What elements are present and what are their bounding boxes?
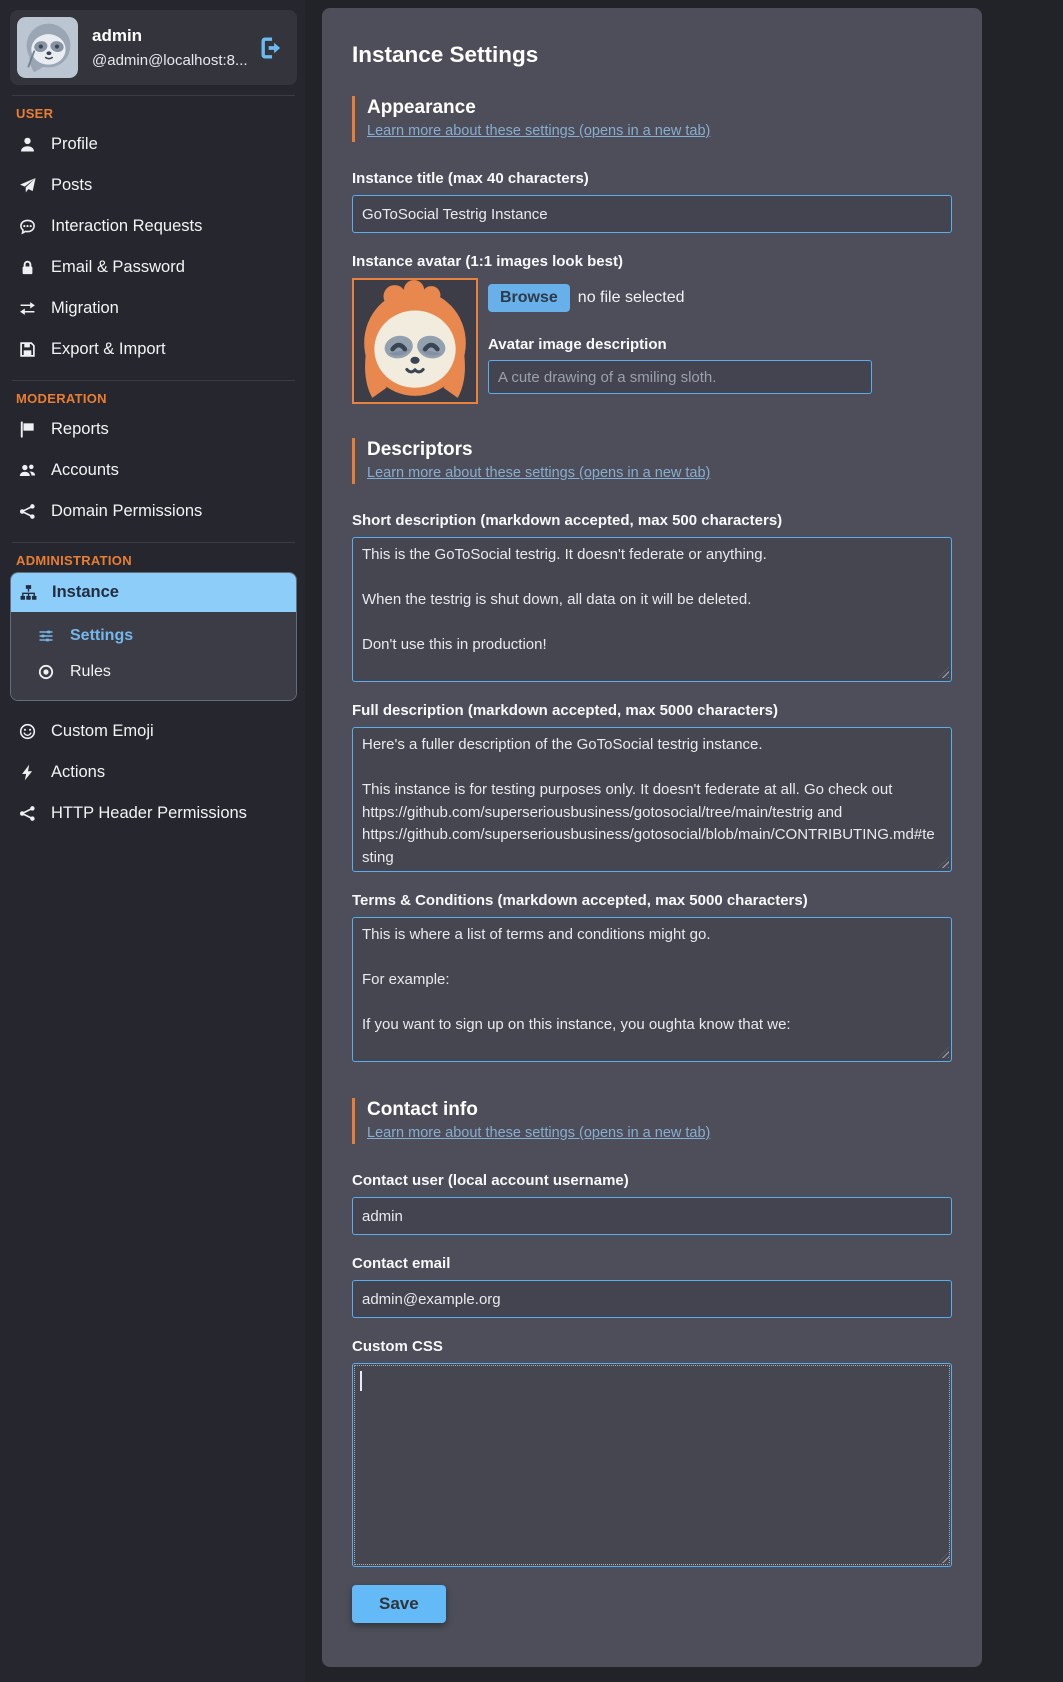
nav-section-administration: ADMINISTRATION <box>16 553 297 568</box>
sidebar-item-accounts[interactable]: Accounts <box>10 450 297 491</box>
full-description-wrap: Here's a fuller description of the GoToS… <box>352 727 952 872</box>
save-button[interactable]: Save <box>352 1585 446 1623</box>
sidebar-item-label: Settings <box>70 627 133 645</box>
sidebar-item-label: Email & Password <box>51 258 185 277</box>
flag-icon <box>18 421 36 438</box>
sidebar-item-instance-rules[interactable]: Rules <box>29 654 296 690</box>
exchange-arrows-icon <box>18 300 36 317</box>
descriptors-heading: Descriptors <box>367 438 952 462</box>
user-name: admin <box>92 26 244 46</box>
sidebar-item-actions[interactable]: Actions <box>10 752 297 793</box>
short-description-textarea[interactable]: This is the GoToSocial testrig. It doesn… <box>352 537 952 682</box>
instance-submenu: Settings Rules <box>11 612 296 700</box>
terms-wrap: This is where a list of terms and condit… <box>352 917 952 1062</box>
user-handle: @admin@localhost:8... <box>92 52 244 69</box>
sidebar-item-instance-settings[interactable]: Settings <box>29 618 296 654</box>
sidebar-item-label: Posts <box>51 176 92 195</box>
user-meta: admin @admin@localhost:8... <box>92 26 244 69</box>
avatar-upload-controls: Browse no file selected Avatar image des… <box>488 278 872 404</box>
sidebar-group-instance: Instance Settings Rules <box>10 572 297 701</box>
appearance-heading: Appearance <box>367 96 952 120</box>
sidebar-item-posts[interactable]: Posts <box>10 165 297 206</box>
divider <box>12 380 295 381</box>
sidebar-item-instance[interactable]: Instance <box>11 573 296 612</box>
section-descriptors: Descriptors Learn more about these setti… <box>352 438 952 484</box>
sidebar-item-label: Custom Emoji <box>51 722 154 741</box>
custom-css-textarea[interactable] <box>352 1363 952 1567</box>
contact-user-label: Contact user (local account username) <box>352 1172 952 1189</box>
instance-avatar-preview <box>352 278 478 404</box>
sidebar-item-label: Profile <box>51 135 98 154</box>
sidebar-item-interaction-requests[interactable]: Interaction Requests <box>10 206 297 247</box>
sidebar-item-custom-emoji[interactable]: Custom Emoji <box>10 711 297 752</box>
dot-circle-icon <box>37 664 55 680</box>
terms-label: Terms & Conditions (markdown accepted, m… <box>352 892 952 909</box>
avatar-description-input[interactable] <box>488 360 872 394</box>
sidebar-item-label: Accounts <box>51 461 119 480</box>
nav-section-moderation: MODERATION <box>16 391 297 406</box>
instance-avatar-label: Instance avatar (1:1 images look best) <box>352 253 952 270</box>
sidebar-item-label: HTTP Header Permissions <box>51 804 247 823</box>
custom-css-label: Custom CSS <box>352 1338 952 1355</box>
text-cursor <box>360 1371 362 1391</box>
sidebar-item-profile[interactable]: Profile <box>10 124 297 165</box>
paper-plane-icon <box>18 177 36 194</box>
instance-title-label: Instance title (max 40 characters) <box>352 170 952 187</box>
user-icon <box>18 136 36 153</box>
sidebar-item-label: Reports <box>51 420 109 439</box>
short-description-wrap: This is the GoToSocial testrig. It doesn… <box>352 537 952 682</box>
contact-user-input[interactable] <box>352 1197 952 1235</box>
sidebar-item-label: Instance <box>52 583 119 602</box>
browse-button[interactable]: Browse <box>488 284 570 312</box>
sidebar-item-http-header-permissions[interactable]: HTTP Header Permissions <box>10 793 297 834</box>
avatar-description-label: Avatar image description <box>488 336 872 353</box>
full-description-textarea[interactable]: Here's a fuller description of the GoToS… <box>352 727 952 872</box>
section-contact-info: Contact info Learn more about these sett… <box>352 1098 952 1144</box>
sidebar-item-email-password[interactable]: Email & Password <box>10 247 297 288</box>
contact-email-input[interactable] <box>352 1280 952 1318</box>
sidebar-item-label: Interaction Requests <box>51 217 202 236</box>
short-description-label: Short description (markdown accepted, ma… <box>352 512 952 529</box>
sidebar-item-label: Actions <box>51 763 105 782</box>
sidebar-item-label: Migration <box>51 299 119 318</box>
section-appearance: Appearance Learn more about these settin… <box>352 96 952 142</box>
nav-section-user: USER <box>16 106 297 121</box>
comment-dots-icon <box>18 218 36 235</box>
terms-textarea[interactable]: This is where a list of terms and condit… <box>352 917 952 1062</box>
sidebar-item-label: Export & Import <box>51 340 166 359</box>
share-nodes-icon <box>18 503 36 520</box>
instance-title-input[interactable] <box>352 195 952 233</box>
sloth-avatar <box>17 17 78 78</box>
custom-css-wrap <box>352 1363 952 1567</box>
contact-info-heading: Contact info <box>367 1098 952 1122</box>
sidebar-item-reports[interactable]: Reports <box>10 409 297 450</box>
user-card: admin @admin@localhost:8... <box>10 10 297 85</box>
sign-out-icon[interactable] <box>258 35 284 61</box>
full-description-label: Full description (markdown accepted, max… <box>352 702 952 719</box>
sidebar-item-label: Rules <box>70 663 111 681</box>
smile-icon <box>18 723 36 740</box>
share-nodes-icon <box>18 805 36 822</box>
users-icon <box>18 462 36 479</box>
bolt-icon <box>18 764 36 781</box>
sitemap-icon <box>19 584 37 601</box>
sidebar-item-export-import[interactable]: Export & Import <box>10 329 297 370</box>
lock-icon <box>18 259 36 276</box>
floppy-disk-icon <box>18 341 36 358</box>
sidebar: admin @admin@localhost:8... USER Profile… <box>0 0 305 1682</box>
file-status-text: no file selected <box>578 289 685 307</box>
instance-settings-panel: Instance Settings Appearance Learn more … <box>322 8 982 1667</box>
sidebar-item-domain-permissions[interactable]: Domain Permissions <box>10 491 297 532</box>
contact-email-label: Contact email <box>352 1255 952 1272</box>
instance-avatar-row: Browse no file selected Avatar image des… <box>352 278 952 404</box>
divider <box>12 95 295 96</box>
learn-more-link[interactable]: Learn more about these settings (opens i… <box>367 120 710 142</box>
sidebar-item-migration[interactable]: Migration <box>10 288 297 329</box>
sliders-icon <box>37 628 55 644</box>
page-title: Instance Settings <box>352 40 952 70</box>
learn-more-link[interactable]: Learn more about these settings (opens i… <box>367 462 710 484</box>
divider <box>12 542 295 543</box>
learn-more-link[interactable]: Learn more about these settings (opens i… <box>367 1122 710 1144</box>
sidebar-item-label: Domain Permissions <box>51 502 202 521</box>
